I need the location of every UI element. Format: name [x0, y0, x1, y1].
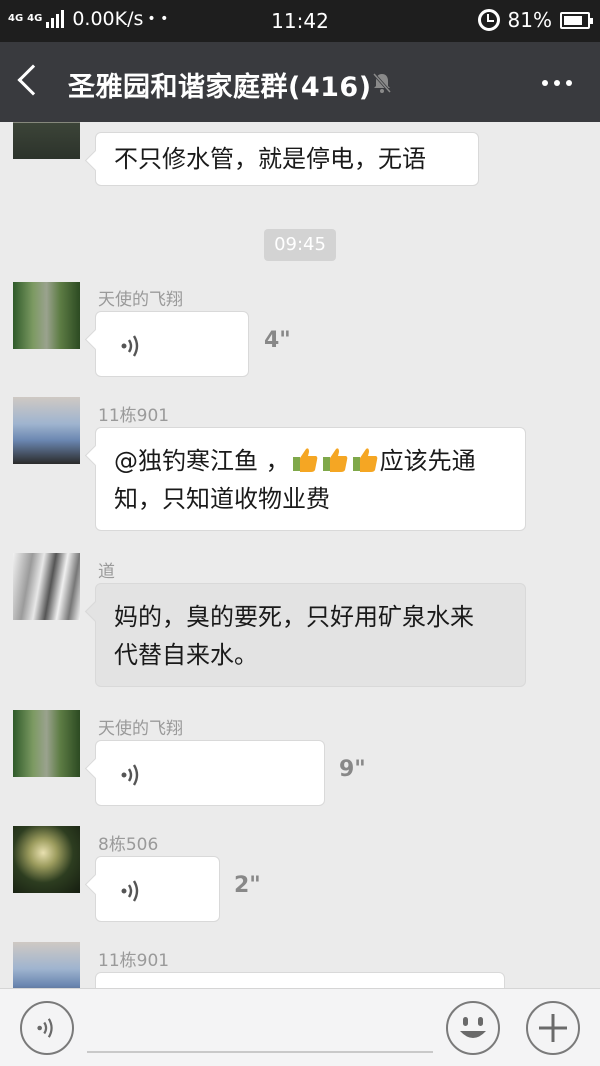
message-text: 知，只知道收物业费 [114, 485, 330, 513]
thumbs-up-emoji [352, 448, 377, 472]
message-list[interactable]: 不只修水管，就是停电，无语 09:45 天使的飞翔 4" 11栋901 @独钓寒… [0, 122, 600, 988]
thumbs-up-emoji [292, 448, 317, 472]
voice-duration: 2" [234, 873, 261, 898]
message-bubble[interactable] [95, 972, 505, 988]
emoji-button[interactable] [446, 1001, 500, 1055]
voice-duration: 4" [264, 328, 291, 353]
message-text: 应该先通 [379, 447, 476, 475]
avatar[interactable] [13, 942, 80, 988]
sender-name: 8栋506 [98, 835, 159, 855]
plus-button[interactable] [526, 1001, 580, 1055]
avatar[interactable] [13, 397, 80, 464]
message-text: 代替自来水。 [114, 641, 258, 669]
voice-wave-icon [121, 880, 139, 902]
chat-title: 圣雅园和谐家庭群(416) [68, 72, 372, 103]
message-input[interactable] [87, 1051, 433, 1053]
sender-name: 11栋901 [98, 951, 170, 971]
voice-duration: 9" [339, 757, 366, 782]
status-bar: 4G 4G 0.00K/s • • 11:42 81% [0, 0, 600, 42]
message-bubble[interactable]: 妈的，臭的要死，只好用矿泉水来 代替自来水。 [95, 583, 526, 687]
battery-icon [560, 11, 593, 29]
sender-name: 道 [98, 562, 115, 582]
battery-percent: 81% [507, 8, 552, 32]
voice-message[interactable] [95, 311, 249, 377]
time-divider: 09:45 [264, 229, 336, 261]
avatar[interactable] [13, 122, 80, 159]
avatar[interactable] [13, 553, 80, 620]
message-bubble[interactable]: 不只修水管，就是停电，无语 [95, 132, 479, 186]
avatar[interactable] [13, 826, 80, 893]
plus-icon [539, 1014, 567, 1042]
voice-message[interactable] [95, 856, 220, 922]
input-bar [0, 988, 600, 1066]
voice-message[interactable] [95, 740, 325, 806]
more-dots-icon[interactable] [542, 80, 572, 86]
avatar[interactable] [13, 710, 80, 777]
chevron-left-icon[interactable] [17, 64, 49, 96]
voice-wave-icon [37, 1018, 53, 1038]
sender-name: 11栋901 [98, 406, 170, 426]
message-text: 不只修水管，就是停电，无语 [114, 145, 426, 173]
chat-header: 圣雅园和谐家庭群(416) [0, 42, 600, 122]
voice-wave-icon [121, 335, 139, 357]
thumbs-up-emoji [322, 448, 347, 472]
message-line-1: @独钓寒江鱼 ， 应该先通 [114, 442, 507, 480]
message-text: @独钓寒江鱼 ， [114, 447, 290, 475]
message-bubble[interactable]: @独钓寒江鱼 ， 应该先通 知，只知道收物业费 [95, 427, 526, 531]
alarm-icon [477, 9, 500, 31]
avatar[interactable] [13, 282, 80, 349]
voice-wave-icon [121, 764, 139, 786]
sender-name: 天使的飞翔 [98, 719, 183, 739]
emoji-icon [460, 1017, 486, 1038]
bell-off-icon [372, 73, 392, 93]
status-right: 81% [477, 8, 593, 32]
sender-name: 天使的飞翔 [98, 290, 183, 310]
message-text: 妈的，臭的要死，只好用矿泉水来 [114, 603, 474, 631]
voice-mode-button[interactable] [20, 1001, 74, 1055]
